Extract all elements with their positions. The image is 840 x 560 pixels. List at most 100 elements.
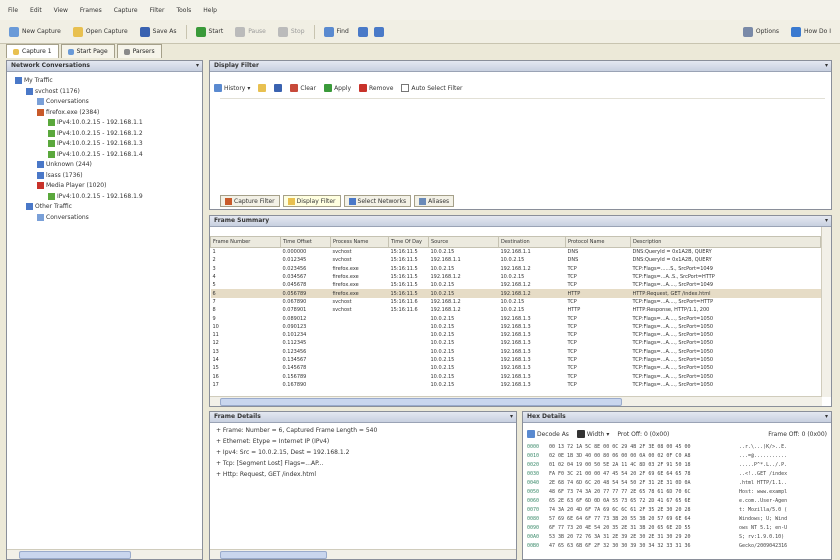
menu-edit[interactable]: Edit (30, 7, 42, 14)
table-row[interactable]: 10 0.090123 10.0.2.15 192.168.1.3 TCP TCP:Fla… (211, 323, 821, 331)
menu-filter[interactable]: Filter (150, 7, 165, 14)
details-horizontal-scrollbar[interactable] (210, 549, 516, 559)
table-row[interactable]: 4 0.034567 firefox.exe 15:16:11.5 192.168.1.… (211, 273, 821, 281)
detail-line[interactable]: + Tcp: [Segment Lost] Flags=...AP... (216, 460, 324, 467)
tree-item[interactable]: IPv4:10.0.2.15 - 192.168.1.3 (48, 140, 143, 147)
pin-icon[interactable]: ▾ (825, 412, 828, 422)
auto-select-checkbox[interactable]: Auto Select Filter (401, 84, 463, 92)
table-row[interactable]: 7 0.067890 svchost 15:16:11.6 192.168.1.2 10.… (211, 298, 821, 306)
save-filter-icon[interactable] (274, 84, 283, 92)
apply-button[interactable]: Apply (324, 84, 351, 92)
hex-row[interactable]: 0040 2E 68 74 6D 6C 20 48 54 54 50 2F 31 … (527, 480, 787, 486)
column-header[interactable]: Source (428, 236, 499, 248)
column-header[interactable]: Frame Number (210, 236, 281, 248)
how-do-i-button[interactable]: How Do I (788, 25, 834, 39)
tree-item[interactable]: firefox.exe (2384) (37, 108, 99, 116)
scroll-thumb[interactable] (220, 398, 622, 406)
tree-item[interactable]: Media Player (1020) (37, 182, 106, 189)
arrow-up-icon[interactable] (373, 26, 384, 37)
table-row[interactable]: 12 0.112345 10.0.2.15 192.168.1.3 TCP TCP:Fla… (211, 339, 821, 347)
tab-parsers[interactable]: Parsers (116, 44, 162, 58)
stop-button[interactable]: Stop (275, 25, 308, 39)
column-header[interactable]: Protocol Name (565, 236, 631, 248)
column-header[interactable]: Description (630, 236, 821, 248)
tree-item[interactable]: IPv4:10.0.2.15 - 192.168.1.2 (48, 129, 143, 137)
options-button[interactable]: Options (740, 25, 782, 39)
tree-item[interactable]: IPv4:10.0.2.15 - 192.168.1.1 (48, 119, 143, 126)
tab-aliases[interactable]: Aliases (414, 195, 455, 207)
filter-text-area[interactable] (220, 98, 825, 191)
table-row[interactable]: 1 0.000000 svchost 15:16:11.5 10.0.2.15 192.1… (211, 248, 821, 257)
hex-row[interactable]: 00A0 53 3B 20 72 76 3A 31 2E 39 2E 30 2E … (527, 534, 784, 540)
tree-item[interactable]: IPv4:10.0.2.15 - 192.168.1.4 (48, 150, 143, 158)
hex-row[interactable]: 0070 74 3A 20 4D 6F 7A 69 6C 6C 61 2F 35 … (527, 507, 787, 513)
remove-button[interactable]: Remove (359, 84, 393, 92)
tree-item[interactable]: IPv4:10.0.2.15 - 192.168.1.9 (48, 192, 143, 200)
tree-item[interactable]: Unknown (244) (37, 161, 92, 168)
frame-vertical-scrollbar[interactable] (821, 227, 831, 397)
new-capture-button[interactable]: New Capture (6, 25, 64, 39)
tab-start-page[interactable]: Start Page (60, 44, 115, 58)
tree-item[interactable]: My Traffic (15, 77, 53, 84)
scroll-thumb[interactable] (19, 551, 131, 559)
column-header[interactable]: Process Name (330, 236, 389, 248)
detail-line[interactable]: + Frame: Number = 6, Captured Frame Leng… (216, 427, 377, 434)
tab-capture-1[interactable]: Capture 1 (6, 44, 59, 58)
table-row[interactable]: 17 0.167890 10.0.2.15 192.168.1.3 TCP TCP:Fla… (211, 381, 821, 389)
tree-item[interactable]: Other Traffic (26, 203, 72, 210)
menu-view[interactable]: View (54, 7, 68, 14)
hex-row[interactable]: 0080 57 69 6E 64 6F 77 73 3B 20 55 3B 20 … (527, 516, 787, 522)
start-button[interactable]: Start (193, 25, 227, 39)
detail-line[interactable]: + Ipv4: Src = 10.0.2.15, Dest = 192.168.… (216, 449, 349, 456)
arrow-down-icon[interactable] (357, 26, 368, 37)
menu-capture[interactable]: Capture (114, 7, 138, 14)
tree-item[interactable]: Conversations (37, 98, 89, 105)
hex-row[interactable]: 0010 02 0E 1B 3D 40 00 80 06 00 00 0A 00 … (527, 453, 787, 459)
hex-row[interactable]: 0000 00 13 72 1A 5C 8E 00 0C 29 4B 2F 3E … (527, 444, 787, 450)
menu-help[interactable]: Help (203, 7, 217, 14)
detail-line[interactable]: + Http: Request, GET /index.html (216, 471, 316, 478)
table-row[interactable]: 5 0.045678 firefox.exe 15:16:11.5 10.0.2.15 1… (211, 281, 821, 289)
hex-row[interactable]: 0030 FA F0 3C 21 00 00 47 45 54 20 2F 69 … (527, 471, 787, 477)
pin-icon[interactable]: ▾ (825, 61, 828, 71)
column-header[interactable]: Time Offset (280, 236, 331, 248)
scroll-thumb[interactable] (220, 551, 327, 559)
table-row[interactable]: 3 0.023456 firefox.exe 15:16:11.5 10.0.2.15 1… (211, 265, 821, 273)
hex-row[interactable]: 00B0 47 65 63 6B 6F 2F 32 30 30 39 30 34 … (527, 543, 787, 549)
column-header[interactable]: Destination (498, 236, 566, 248)
open-capture-button[interactable]: Open Capture (70, 25, 131, 39)
tree-horizontal-scrollbar[interactable] (7, 549, 202, 559)
tab-display-filter[interactable]: Display Filter (282, 195, 341, 207)
tab-capture-filter[interactable]: Capture Filter (220, 195, 280, 207)
hex-row[interactable]: 0060 65 2E 63 6F 6D 0D 0A 55 73 65 72 2D … (527, 498, 787, 504)
pin-icon[interactable]: ▾ (825, 216, 828, 226)
menu-file[interactable]: File (8, 7, 18, 14)
frame-horizontal-scrollbar[interactable] (210, 396, 822, 406)
tree-item[interactable]: Conversations (37, 213, 89, 221)
table-row[interactable]: 16 0.156789 10.0.2.15 192.168.1.3 TCP TCP:Fla… (211, 372, 821, 380)
menu-tools[interactable]: Tools (176, 7, 191, 14)
tree-item[interactable]: lsass (1736) (37, 171, 83, 179)
table-row[interactable]: 11 0.101234 10.0.2.15 192.168.1.3 TCP TCP:Fla… (211, 331, 821, 339)
menu-frames[interactable]: Frames (80, 7, 102, 14)
width-button[interactable]: Width ▾ (576, 430, 609, 438)
save-as-button[interactable]: Save As (137, 25, 180, 39)
load-filter-icon[interactable] (258, 84, 267, 92)
detail-line[interactable]: + Ethernet: Etype = Internet IP (IPv4) (216, 438, 329, 445)
hex-row[interactable]: 0050 48 6F 73 74 3A 20 77 77 77 2E 65 78 … (527, 489, 787, 495)
pin-icon[interactable]: ▾ (510, 412, 513, 422)
tree-item[interactable]: svchost (1176) (26, 87, 80, 95)
column-header[interactable]: Time Of Day (388, 236, 429, 248)
hex-row[interactable]: 0090 6F 77 73 20 4E 54 20 35 2E 31 3B 20 … (527, 525, 787, 531)
clear-button[interactable]: Clear (290, 84, 316, 92)
table-row[interactable]: 6 0.056789 firefox.exe 15:16:11.5 10.0.2.15 1… (210, 289, 821, 298)
table-row[interactable]: 2 0.012345 svchost 15:16:11.5 192.168.1.1 10.… (211, 256, 821, 264)
history-button[interactable]: History ▾ (214, 84, 250, 92)
pin-icon[interactable]: ▾ (196, 61, 199, 71)
tab-select-networks[interactable]: Select Networks (343, 195, 412, 207)
table-row[interactable]: 15 0.145678 10.0.2.15 192.168.1.3 TCP TCP:Fla… (211, 364, 821, 372)
table-row[interactable]: 14 0.134567 10.0.2.15 192.168.1.3 TCP TCP:Fla… (211, 356, 821, 364)
table-row[interactable]: 8 0.078901 svchost 15:16:11.6 192.168.1.2 10.… (211, 306, 821, 314)
table-row[interactable]: 13 0.123456 10.0.2.15 192.168.1.3 TCP TCP:Fla… (211, 348, 821, 356)
find-button[interactable]: Find (321, 25, 352, 39)
